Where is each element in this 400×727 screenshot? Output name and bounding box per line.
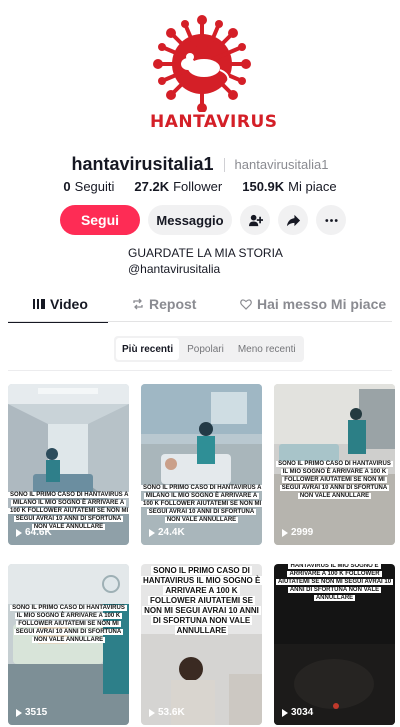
view-count: 53.6K: [149, 707, 185, 718]
video-thumbnail[interactable]: SONO IL PRIMO CASO DI HANTAVIRUS IL MIO …: [8, 564, 129, 725]
view-count-value: 53.6K: [158, 707, 185, 718]
share-icon: [286, 214, 300, 226]
followers-label: Follower: [173, 179, 223, 194]
video-thumbnail[interactable]: SONO IL PRIMO CASO DI HANTAVIRUS IL MIO …: [141, 564, 262, 725]
tab-reposts-label: Repost: [149, 296, 197, 312]
view-count: 3034: [282, 707, 313, 718]
followers-count: 27.2K: [134, 179, 170, 194]
profile-bio: GUARDATE LA MIA STORIA @hantavirusitalia: [128, 245, 283, 277]
likes-count: 150.9K: [242, 179, 285, 194]
profile-avatar: HANTAVIRUS: [150, 12, 278, 134]
share-button[interactable]: [278, 205, 308, 235]
following-stat[interactable]: 0 Seguiti: [63, 179, 114, 194]
virus-logo-icon: [153, 15, 251, 112]
bio-line: GUARDATE LA MIA STORIA: [128, 246, 283, 260]
message-button[interactable]: Messaggio: [148, 205, 232, 235]
video-thumbnail[interactable]: SONO IL PRIMO CASO DI HANTAVIRUS IL MIO …: [274, 384, 395, 545]
nickname: hantavirusitalia1: [234, 157, 329, 172]
video-caption: HANTAVIRUS IL MIO SOGNO È ARRIVARE A 100…: [275, 564, 394, 601]
play-icon: [149, 528, 155, 537]
view-count-value: 24.4K: [158, 527, 185, 538]
view-count: 64.6K: [16, 527, 52, 538]
view-count: 3515: [16, 707, 47, 718]
likes-stat: 150.9K Mi piace: [242, 179, 336, 194]
profile-stats: 0 Seguiti 27.2K Follower 150.9K Mi piace: [0, 179, 400, 194]
view-count: 2999: [282, 527, 313, 538]
tabs-divider: [8, 321, 392, 322]
tab-liked[interactable]: Hai messo Mi piace: [240, 296, 386, 312]
play-icon: [16, 528, 22, 537]
sort-option-oldest[interactable]: Meno recenti: [232, 338, 302, 360]
play-icon: [16, 708, 22, 717]
followers-stat[interactable]: 27.2K Follower: [134, 179, 222, 194]
tab-videos-label: Video: [50, 296, 88, 312]
following-count: 0: [63, 179, 71, 194]
sort-selector: Più recenti Popolari Meno recenti: [114, 336, 304, 362]
repost-icon: [133, 298, 143, 310]
play-icon: [282, 708, 288, 717]
sort-option-popular[interactable]: Popolari: [181, 338, 230, 360]
grid-icon: [33, 299, 45, 309]
play-icon: [149, 708, 155, 717]
tab-liked-label: Hai messo Mi piace: [257, 296, 387, 312]
view-count-value: 2999: [291, 527, 314, 538]
logo-text: HANTAVIRUS: [150, 112, 278, 132]
more-button[interactable]: [316, 205, 346, 235]
profile-actions: Segui Messaggio: [60, 205, 346, 235]
video-frame-image: [8, 564, 129, 725]
play-icon: [282, 528, 288, 537]
sort-option-recent[interactable]: Più recenti: [116, 338, 180, 360]
username: hantavirusitalia1: [71, 154, 214, 174]
video-thumbnail[interactable]: HANTAVIRUS IL MIO SOGNO È ARRIVARE A 100…: [274, 564, 395, 725]
video-thumbnail[interactable]: SONO IL PRIMO CASO DI HANTAVIRUS A MILAN…: [8, 384, 129, 545]
view-count-value: 64.6K: [25, 527, 52, 538]
following-label: Seguiti: [74, 179, 115, 194]
heart-lock-icon: [240, 299, 252, 310]
username-row: hantavirusitalia1 hantavirusitalia1: [0, 154, 400, 175]
follow-button[interactable]: Segui: [60, 205, 140, 235]
tab-reposts[interactable]: Repost: [132, 296, 196, 312]
video-caption: SONO IL PRIMO CASO DI HANTAVIRUS A MILAN…: [8, 492, 129, 530]
add-friend-icon: [248, 214, 263, 226]
more-icon: [324, 218, 338, 222]
video-caption: SONO IL PRIMO CASO DI HANTAVIRUS IL MIO …: [276, 461, 393, 499]
view-count: 24.4K: [149, 527, 185, 538]
add-friend-button[interactable]: [240, 205, 270, 235]
view-count-value: 3034: [291, 707, 314, 718]
likes-label: Mi piace: [288, 179, 337, 194]
video-caption: SONO IL PRIMO CASO DI HANTAVIRUS IL MIO …: [10, 605, 127, 643]
tab-videos[interactable]: Video: [33, 296, 88, 312]
name-divider: [223, 157, 225, 172]
video-caption: SONO IL PRIMO CASO DI HANTAVIRUS IL MIO …: [141, 566, 262, 635]
video-caption: SONO IL PRIMO CASO DI HANTAVIRUS A MILAN…: [141, 485, 262, 523]
bio-mention[interactable]: @hantavirusitalia: [128, 261, 283, 277]
view-count-value: 3515: [25, 707, 48, 718]
content-tabs: Video Repost Hai messo Mi piace: [0, 296, 400, 323]
section-divider: [8, 370, 392, 371]
video-thumbnail[interactable]: SONO IL PRIMO CASO DI HANTAVIRUS A MILAN…: [141, 384, 262, 545]
